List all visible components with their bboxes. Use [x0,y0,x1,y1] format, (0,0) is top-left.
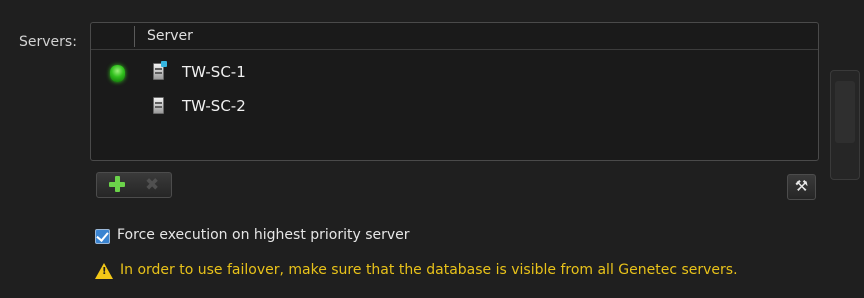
server-row-tw-sc-2[interactable]: TW-SC-2 [91,93,818,121]
server-icon [153,97,164,114]
column-divider[interactable] [134,26,135,47]
servers-grid[interactable]: Server TW-SC-1 TW-SC-2 [90,22,819,161]
force-execution-label[interactable]: Force execution on highest priority serv… [117,227,410,243]
server-row-tw-sc-1[interactable]: TW-SC-1 [91,59,818,87]
servers-panel: Servers: Server TW-SC-1 TW-SC-2 ✖ ⚒ Forc… [0,0,864,298]
side-scroll-thumb[interactable] [835,81,855,143]
warning-icon: ! [95,263,113,279]
server-list-toolbar: ✖ [96,172,172,198]
server-column-header[interactable]: Server [147,28,193,44]
server-name: TW-SC-1 [182,63,246,81]
server-name: TW-SC-2 [182,97,246,115]
server-primary-icon [153,61,167,80]
tools-button[interactable]: ⚒ [787,174,816,200]
online-status-icon [110,65,125,82]
delete-icon: ✖ [145,175,160,194]
servers-label: Servers: [19,34,77,50]
delete-server-button[interactable]: ✖ [135,173,173,197]
tools-icon: ⚒ [794,178,809,195]
force-execution-checkbox[interactable] [95,229,110,244]
grid-header: Server [91,23,818,50]
plus-icon [109,176,125,192]
add-server-button[interactable] [97,173,135,197]
failover-warning-text: In order to use failover, make sure that… [120,262,738,278]
side-scroll-track[interactable] [830,70,860,180]
